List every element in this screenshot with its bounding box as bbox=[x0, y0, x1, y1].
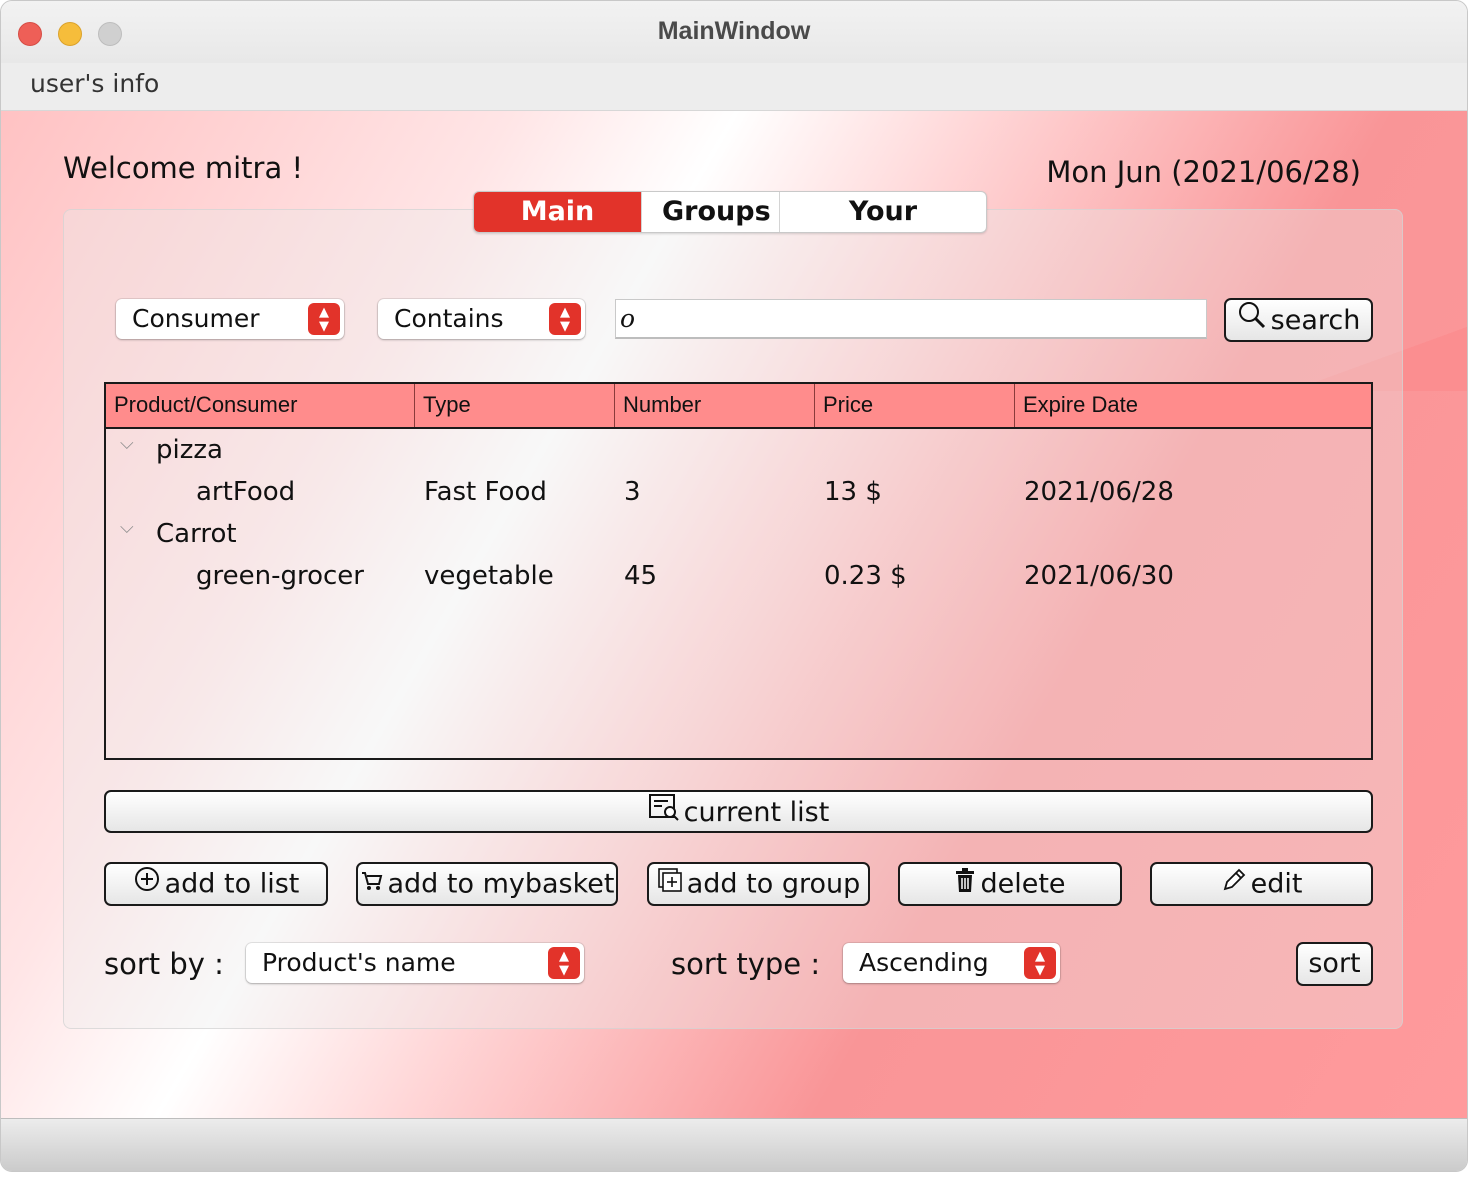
table-header: Product/Consumer Type Number Price Expir… bbox=[106, 384, 1371, 429]
tab-your-basket[interactable]: Your Basket bbox=[780, 192, 986, 232]
product-tree-table[interactable]: Product/Consumer Type Number Price Expir… bbox=[104, 382, 1373, 760]
updown-arrows-icon: ▲ ▼ bbox=[1024, 947, 1056, 979]
sort-type-combo[interactable]: Ascending ▲ ▼ bbox=[843, 943, 1060, 983]
add-group-icon bbox=[657, 865, 683, 905]
sort-type-label: sort type : bbox=[671, 947, 821, 981]
filter-match-value: Contains bbox=[394, 304, 504, 333]
updown-arrows-icon: ▲ ▼ bbox=[549, 303, 581, 335]
column-header-product-consumer[interactable]: Product/Consumer bbox=[106, 384, 415, 427]
group-name: Carrot bbox=[156, 519, 237, 549]
list-search-icon bbox=[648, 792, 680, 833]
trash-icon bbox=[954, 865, 976, 905]
updown-arrows-icon: ▲ ▼ bbox=[308, 303, 340, 335]
welcome-label: Welcome mitra ! bbox=[63, 151, 304, 185]
sort-type-value: Ascending bbox=[859, 948, 989, 977]
column-header-number[interactable]: Number bbox=[615, 384, 815, 427]
sort-by-label: sort by : bbox=[104, 947, 224, 981]
cell-consumer: green-grocer bbox=[196, 561, 364, 591]
column-header-price[interactable]: Price bbox=[815, 384, 1015, 427]
sort-by-combo[interactable]: Product's name ▲ ▼ bbox=[246, 943, 584, 983]
tab-main-list[interactable]: Main List bbox=[474, 192, 642, 232]
tab-groups[interactable]: Groups bbox=[642, 192, 780, 232]
add-to-list-button[interactable]: add to list bbox=[104, 862, 328, 906]
filter-field-combo[interactable]: Consumer ▲ ▼ bbox=[116, 299, 344, 339]
search-input-value: o bbox=[620, 304, 636, 333]
sort-button[interactable]: sort bbox=[1296, 942, 1373, 986]
updown-arrows-icon: ▲ ▼ bbox=[548, 947, 580, 979]
sort-by-value: Product's name bbox=[262, 948, 456, 977]
title-bar: MainWindow bbox=[1, 1, 1467, 64]
menu-bar: user's info bbox=[1, 63, 1467, 111]
menu-item-users-info[interactable]: user's info bbox=[30, 69, 159, 98]
search-button[interactable]: search bbox=[1224, 298, 1373, 342]
cell-type: Fast Food bbox=[424, 477, 547, 507]
cell-number: 3 bbox=[624, 477, 641, 507]
window-title: MainWindow bbox=[657, 17, 811, 45]
cell-expire-date: 2021/06/28 bbox=[1024, 477, 1174, 507]
main-window: MainWindow user's info Welcome mitra ! M… bbox=[0, 0, 1468, 1172]
cell-price: 0.23 $ bbox=[824, 561, 907, 591]
search-input[interactable]: o bbox=[615, 299, 1207, 339]
chevron-down-icon[interactable]: ⌵ bbox=[120, 433, 134, 454]
shopping-cart-icon bbox=[360, 865, 384, 905]
table-row-group[interactable]: ⌵ Carrot bbox=[106, 513, 1371, 555]
add-to-mybasket-button[interactable]: add to mybasket bbox=[356, 862, 618, 906]
cell-price: 13 $ bbox=[824, 477, 882, 507]
date-label: Mon Jun (2021/06/28) bbox=[1046, 155, 1361, 189]
edit-button[interactable]: edit bbox=[1150, 862, 1373, 906]
column-header-type[interactable]: Type bbox=[415, 384, 615, 427]
cell-number: 45 bbox=[624, 561, 658, 591]
group-name: pizza bbox=[156, 435, 223, 465]
filter-field-value: Consumer bbox=[132, 304, 260, 333]
pencil-icon bbox=[1221, 865, 1247, 905]
current-list-button[interactable]: current list bbox=[104, 790, 1373, 833]
cell-type: vegetable bbox=[424, 561, 554, 591]
chevron-down-icon[interactable]: ⌵ bbox=[120, 517, 134, 538]
filter-match-combo[interactable]: Contains ▲ ▼ bbox=[378, 299, 585, 339]
cell-consumer: artFood bbox=[196, 477, 296, 507]
cell-expire-date: 2021/06/30 bbox=[1024, 561, 1174, 591]
magnifier-icon bbox=[1237, 300, 1267, 342]
table-row[interactable]: artFood Fast Food 3 13 $ 2021/06/28 bbox=[106, 471, 1371, 513]
status-bar bbox=[1, 1118, 1467, 1171]
add-to-group-button[interactable]: add to group bbox=[647, 862, 870, 906]
table-row-group[interactable]: ⌵ pizza bbox=[106, 429, 1371, 471]
column-header-expire-date[interactable]: Expire Date bbox=[1015, 384, 1371, 427]
table-row[interactable]: green-grocer vegetable 45 0.23 $ 2021/06… bbox=[106, 555, 1371, 597]
tab-bar: Main List Groups Your Basket bbox=[473, 191, 987, 233]
delete-button[interactable]: delete bbox=[898, 862, 1122, 906]
plus-circle-icon bbox=[133, 865, 161, 905]
